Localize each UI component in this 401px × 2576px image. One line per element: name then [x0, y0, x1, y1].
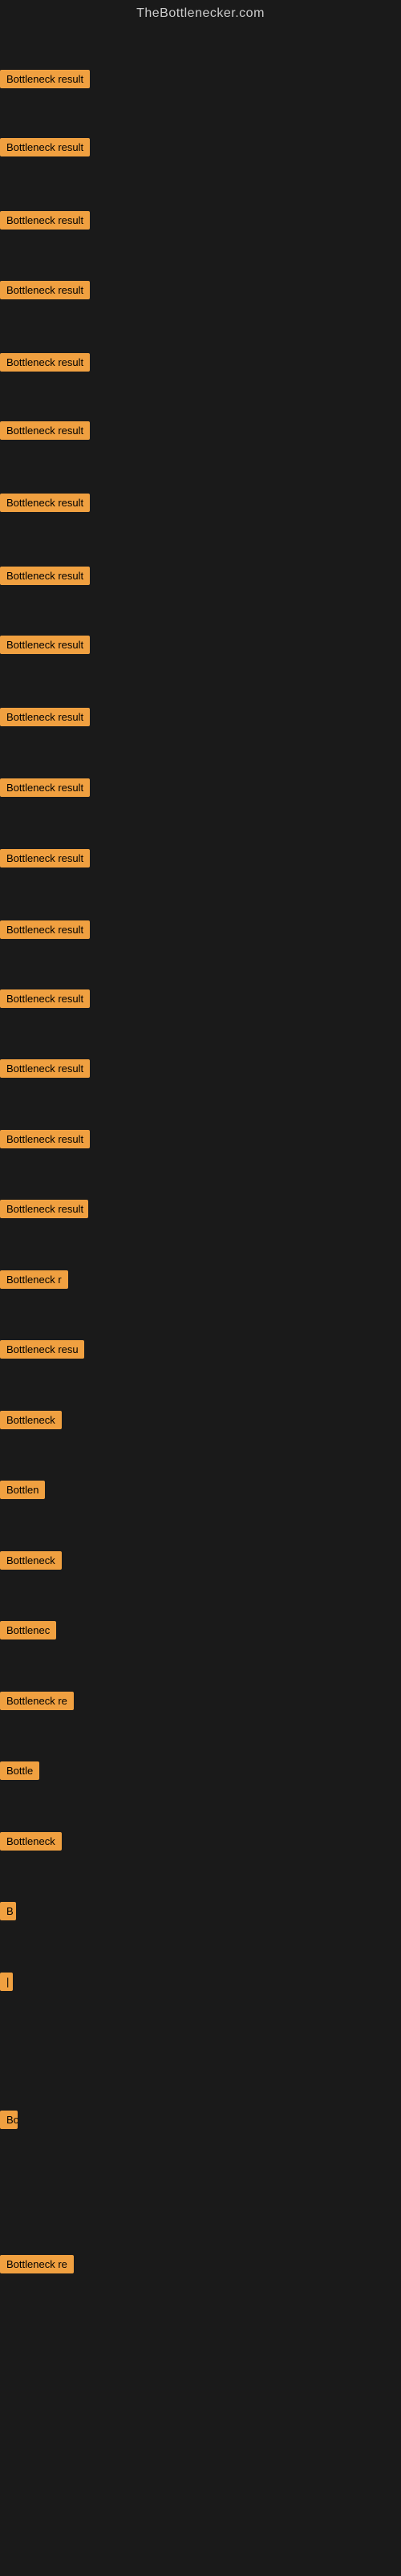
bottleneck-badge: Bottleneck re	[0, 2255, 74, 2273]
bottleneck-result-item: Bottleneck result	[0, 636, 90, 658]
bottleneck-result-item: Bottleneck result	[0, 70, 90, 92]
bottleneck-badge: Bottleneck result	[0, 70, 90, 88]
bottleneck-badge: Bottleneck re	[0, 1692, 74, 1710]
bottleneck-badge: Bottleneck result	[0, 353, 90, 372]
bottleneck-badge: Bottlenec	[0, 1621, 56, 1639]
bottleneck-badge: Bottleneck result	[0, 989, 90, 1008]
bottleneck-result-item: Bottlenec	[0, 1621, 56, 1644]
bottleneck-result-item: Bottleneck result	[0, 1130, 90, 1152]
bottleneck-result-item: Bottleneck	[0, 1832, 62, 1855]
bottleneck-result-item: Bottleneck re	[0, 1692, 74, 1714]
site-title: TheBottlenecker.com	[0, 0, 401, 24]
bottleneck-result-item: Bottle	[0, 1761, 39, 1784]
bottleneck-result-item: Bottleneck result	[0, 920, 90, 943]
bottleneck-result-item: Bottleneck result	[0, 1200, 88, 1222]
bottleneck-badge: Bottleneck result	[0, 708, 90, 726]
bottleneck-result-item: |	[0, 1973, 13, 1995]
bottleneck-badge: Bottleneck	[0, 1832, 62, 1851]
bottleneck-result-item: Bottleneck result	[0, 989, 90, 1012]
bottleneck-badge: Bottleneck result	[0, 1200, 88, 1218]
bottleneck-result-item: Bottleneck re	[0, 2255, 74, 2277]
bottleneck-result-item: Bottleneck result	[0, 138, 90, 160]
bottleneck-badge: Bottleneck result	[0, 1130, 90, 1148]
bottleneck-badge: Bottleneck result	[0, 778, 90, 797]
bottleneck-badge: Bottleneck result	[0, 421, 90, 440]
bottleneck-badge: Bottleneck result	[0, 281, 90, 299]
bottleneck-result-item: Bottleneck result	[0, 281, 90, 303]
bottleneck-badge: Bottleneck result	[0, 1059, 90, 1078]
bottleneck-result-item: Bo	[0, 2111, 18, 2133]
bottleneck-result-item: Bottleneck result	[0, 567, 90, 589]
bottleneck-result-item: Bottleneck result	[0, 1059, 90, 1082]
bottleneck-result-item: Bottleneck result	[0, 849, 90, 872]
bottleneck-badge: B	[0, 1902, 16, 1920]
bottleneck-result-item: Bottleneck result	[0, 211, 90, 234]
bottleneck-result-item: B	[0, 1902, 16, 1924]
bottleneck-result-item: Bottleneck result	[0, 421, 90, 444]
bottleneck-badge: Bottlen	[0, 1481, 45, 1499]
bottleneck-badge: Bottleneck result	[0, 567, 90, 585]
bottleneck-result-item: Bottleneck result	[0, 353, 90, 376]
bottleneck-badge: Bottleneck	[0, 1411, 62, 1429]
bottleneck-badge: |	[0, 1973, 13, 1991]
bottleneck-badge: Bottleneck result	[0, 211, 90, 230]
bottleneck-badge: Bottleneck result	[0, 849, 90, 867]
bottleneck-result-item: Bottleneck result	[0, 494, 90, 516]
bottleneck-result-item: Bottleneck result	[0, 778, 90, 801]
bottleneck-result-item: Bottleneck r	[0, 1270, 68, 1293]
bottleneck-result-item: Bottleneck	[0, 1551, 62, 1574]
bottleneck-result-item: Bottlen	[0, 1481, 45, 1503]
bottleneck-badge: Bottleneck result	[0, 636, 90, 654]
bottleneck-badge: Bottleneck result	[0, 138, 90, 156]
bottleneck-badge: Bottle	[0, 1761, 39, 1780]
bottleneck-badge: Bo	[0, 2111, 18, 2129]
bottleneck-result-item: Bottleneck result	[0, 708, 90, 730]
bottleneck-result-item: Bottleneck	[0, 1411, 62, 1433]
bottleneck-badge: Bottleneck	[0, 1551, 62, 1570]
bottleneck-badge: Bottleneck result	[0, 494, 90, 512]
bottleneck-badge: Bottleneck r	[0, 1270, 68, 1289]
bottleneck-result-item: Bottleneck resu	[0, 1340, 84, 1363]
bottleneck-badge: Bottleneck result	[0, 920, 90, 939]
bottleneck-badge: Bottleneck resu	[0, 1340, 84, 1359]
